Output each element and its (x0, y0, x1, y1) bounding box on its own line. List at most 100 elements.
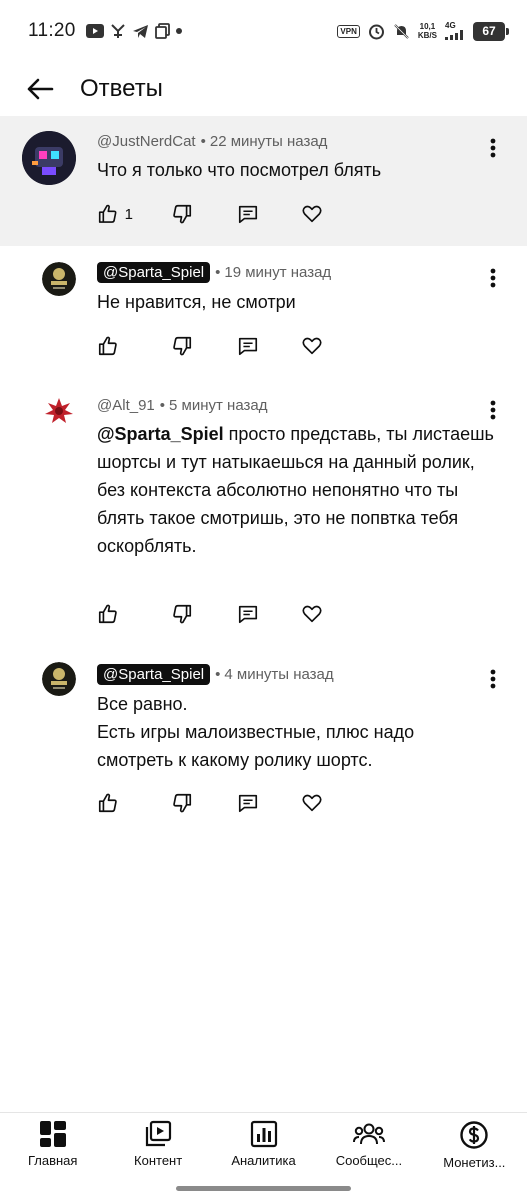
monetization-icon (460, 1121, 489, 1149)
like-button[interactable] (97, 600, 119, 628)
copy-notification-icon (154, 23, 170, 39)
arrow-left-icon (27, 78, 54, 100)
dislike-button[interactable] (171, 332, 193, 360)
like-button[interactable] (97, 789, 119, 817)
more-options-button[interactable] (478, 263, 508, 293)
heart-icon (302, 605, 322, 623)
channel-owner-badge[interactable]: @Sparta_Spiel (97, 664, 211, 685)
status-time: 11:20 (28, 20, 76, 41)
comment-text: Что я только что посмотрел блять (97, 160, 382, 180)
nav-analytics[interactable]: Аналитика (211, 1113, 316, 1172)
comment-actions (97, 789, 323, 817)
reply-button[interactable] (237, 789, 259, 817)
comment-actions: 1 (97, 200, 323, 228)
content-library-icon (146, 1120, 172, 1147)
avatar[interactable] (42, 662, 76, 696)
thumb-up-icon (98, 604, 117, 624)
reply-button[interactable] (237, 332, 259, 360)
separator-dot: • (159, 397, 166, 414)
channel-owner-badge[interactable]: @Sparta_Spiel (97, 262, 211, 283)
silent-mode-icon (393, 23, 410, 40)
alarm-icon (368, 23, 385, 40)
thumb-down-icon (173, 336, 192, 356)
user-mention[interactable]: @Sparta_Spiel (97, 424, 224, 444)
more-notifications-icon (175, 28, 182, 34)
app-notification-icon (110, 23, 126, 39)
comment-author[interactable]: @Alt_91 (97, 397, 155, 414)
comment-line: Есть игры малоизвестные, плюс надо смотр… (97, 722, 415, 770)
nav-dashboard[interactable]: Главная (0, 1113, 105, 1172)
signal-icon (445, 30, 463, 40)
separator-dot: • (215, 264, 221, 281)
more-options-button[interactable] (478, 395, 508, 425)
nav-label: Контент (134, 1153, 183, 1168)
reply-comment: @Sparta_Spiel • 19 минут назад Не нравит… (0, 246, 527, 380)
youtube-notification-icon (85, 24, 104, 38)
status-bar: 11:20 VPN 10,1 KB/S 4G 67 (0, 0, 527, 62)
heart-button[interactable] (301, 200, 323, 228)
comment-text: Не нравится, не смотри (97, 292, 296, 312)
like-button[interactable] (97, 332, 119, 360)
community-icon (352, 1123, 385, 1145)
comment-reply-icon (238, 337, 258, 356)
dislike-button[interactable] (171, 600, 193, 628)
comment-author[interactable]: @JustNerdCat (97, 133, 196, 150)
like-button[interactable]: 1 (97, 200, 133, 228)
app-header: Ответы (0, 62, 527, 116)
thumb-up-icon (98, 793, 117, 813)
nav-content[interactable]: Контент (105, 1113, 210, 1172)
nav-monetization[interactable]: Монетиз... (422, 1113, 527, 1172)
status-right: VPN 10,1 KB/S 4G 67 (337, 21, 509, 41)
heart-button[interactable] (301, 332, 323, 360)
nav-community[interactable]: Сообщес... (316, 1113, 421, 1172)
thumb-down-icon (173, 204, 192, 224)
battery-indicator: 67 (473, 21, 509, 41)
thumb-down-icon (173, 793, 192, 813)
reply-button[interactable] (237, 200, 259, 228)
network-speed: 10,1 KB/S (418, 22, 437, 40)
analytics-icon (250, 1120, 277, 1148)
reply-button[interactable] (237, 600, 259, 628)
heart-icon (302, 205, 322, 223)
separator-dot: • (200, 133, 206, 150)
comment-line: Все равно. (97, 694, 188, 714)
more-options-button[interactable] (478, 133, 508, 163)
dislike-button[interactable] (171, 789, 193, 817)
heart-icon (302, 794, 322, 812)
more-options-button[interactable] (478, 664, 508, 694)
heart-icon (302, 337, 322, 355)
nav-label: Главная (27, 1153, 78, 1168)
comment-time: 4 минуты назад (224, 666, 334, 683)
heart-button[interactable] (301, 789, 323, 817)
comment-time: 5 минут назад (169, 397, 268, 414)
comment-text: Все равно. Есть игры малоизвестные, плюс… (97, 690, 477, 774)
avatar[interactable] (22, 131, 76, 185)
heart-button[interactable] (301, 600, 323, 628)
comment-time: 19 минут назад (224, 264, 332, 281)
back-button[interactable] (0, 62, 80, 116)
comment-actions (97, 600, 323, 628)
page-title: Ответы (80, 75, 163, 102)
network-speed-value: 10,1 (419, 22, 436, 31)
comment-time: 22 минуты назад (209, 133, 328, 150)
vpn-indicator: VPN (337, 24, 360, 38)
thumb-down-icon (173, 604, 192, 624)
comment-meta: @JustNerdCat • 22 минуты назад (97, 133, 327, 150)
home-indicator[interactable] (176, 1186, 351, 1191)
like-count: 1 (124, 205, 133, 223)
telegram-icon (132, 24, 149, 39)
nav-label: Аналитика (231, 1153, 296, 1168)
more-vert-icon (490, 400, 496, 420)
nav-label: Монетиз... (443, 1155, 506, 1170)
more-vert-icon (490, 268, 496, 288)
avatar[interactable] (42, 394, 76, 428)
mobile-network: 4G (445, 22, 465, 40)
thumb-up-icon (98, 204, 117, 223)
network-type: 4G (445, 21, 456, 30)
avatar[interactable] (42, 262, 76, 296)
more-vert-icon (490, 669, 496, 689)
status-left: 11:20 (28, 20, 182, 42)
comment-meta: @Alt_91 • 5 минут назад (97, 397, 267, 414)
more-vert-icon (490, 138, 496, 158)
dislike-button[interactable] (171, 200, 193, 228)
